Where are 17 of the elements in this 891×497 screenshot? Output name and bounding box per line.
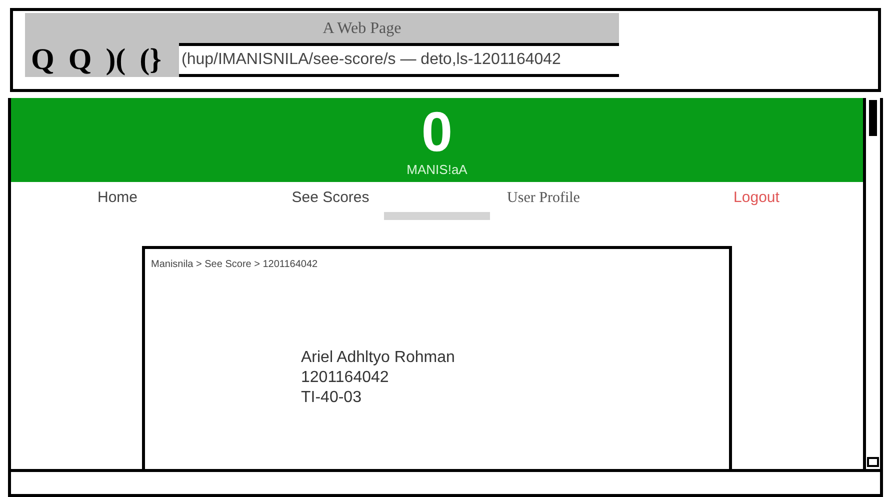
detail-text: 1201164042 <box>301 368 390 388</box>
nav-link[interactable]: See Scores <box>292 186 370 210</box>
site-logo: 0 <box>421 104 453 160</box>
toolbar-button[interactable]: Q <box>66 45 94 75</box>
site-brand: MANIS!aA <box>406 161 468 179</box>
nav-link[interactable]: Home <box>97 186 138 210</box>
toolbar-button[interactable]: )( <box>104 45 128 75</box>
nav-link[interactable]: User Profile <box>507 186 580 210</box>
address-field[interactable]: (hup/IMANISNILA/see-score/s — deto,ls-1201164042 <box>179 43 619 77</box>
breadcrumb: Manisnila > See Score > 1201164042 <box>151 258 318 272</box>
scroll-thumb <box>869 100 877 136</box>
window-title: A Web Page <box>322 19 402 39</box>
detail-text: Ariel Adhltyo Rohman <box>301 348 456 368</box>
toolbar-button[interactable]: (} <box>138 45 164 75</box>
toolbar-button[interactable]: Q <box>29 45 56 75</box>
detail-text: TI-40-03 <box>301 388 362 408</box>
nav-link[interactable]: Logout <box>734 186 780 210</box>
